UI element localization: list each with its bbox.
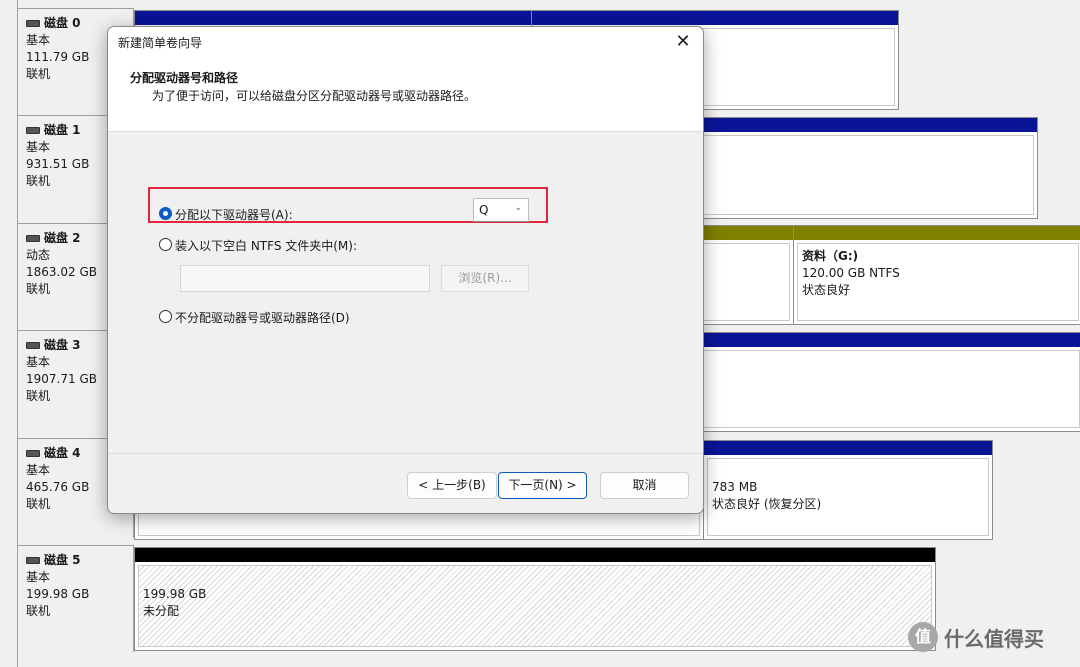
watermark-logo: 值 bbox=[908, 622, 938, 652]
partition-size: 120.00 GB NTFS bbox=[802, 266, 900, 280]
disk-name: 磁盘 2 bbox=[44, 231, 81, 245]
partition-bar bbox=[532, 11, 898, 25]
mount-folder-label[interactable]: 装入以下空白 NTFS 文件夹中(M): bbox=[175, 237, 357, 254]
partition-disk4-recovery[interactable]: 783 MB 状态良好 (恢复分区) bbox=[703, 440, 993, 540]
no-assign-radio[interactable] bbox=[159, 310, 172, 323]
disk-name: 磁盘 1 bbox=[44, 123, 81, 137]
no-assign-label[interactable]: 不分配驱动器号或驱动器路径(D) bbox=[175, 309, 350, 326]
dialog-title: 新建简单卷向导 bbox=[118, 36, 203, 50]
disk-icon bbox=[26, 20, 40, 27]
folder-path-input[interactable] bbox=[180, 265, 430, 292]
next-button[interactable]: 下一页(N) > bbox=[498, 472, 587, 499]
cancel-button[interactable]: 取消 bbox=[600, 472, 689, 499]
partition-size: 199.98 GB bbox=[143, 587, 207, 601]
dialog-titlebar[interactable]: 新建简单卷向导 ✕ bbox=[108, 27, 703, 57]
disk-name: 磁盘 4 bbox=[44, 446, 81, 460]
partition-title: 资料（G:) bbox=[802, 249, 859, 263]
disk-icon bbox=[26, 557, 40, 564]
disk-icon bbox=[26, 342, 40, 349]
watermark: 值 什么值得买 bbox=[908, 622, 1044, 652]
partition-bar bbox=[135, 548, 935, 562]
partition-disk2-data[interactable]: 资料（G:) 120.00 GB NTFS 状态良好 bbox=[793, 225, 1080, 325]
disk-icon bbox=[26, 235, 40, 242]
assign-letter-label[interactable]: 分配以下驱动器号(A): bbox=[175, 206, 293, 223]
wizard-footer: < 上一步(B) 下一页(N) > 取消 bbox=[108, 453, 703, 513]
disk-status: 联机 bbox=[26, 604, 51, 618]
back-button[interactable]: < 上一步(B) bbox=[407, 472, 497, 499]
disk-type: 基本 bbox=[26, 570, 51, 584]
partition-bar bbox=[794, 226, 1080, 240]
disk-name: 磁盘 0 bbox=[44, 16, 81, 30]
close-icon[interactable]: ✕ bbox=[671, 30, 695, 54]
partition-status: 未分配 bbox=[143, 604, 180, 618]
disk-icon bbox=[26, 127, 40, 134]
drive-letter-select[interactable]: Q ⌄ bbox=[473, 198, 529, 222]
chevron-down-icon: ⌄ bbox=[514, 203, 522, 213]
partition-bar bbox=[135, 11, 531, 25]
mount-folder-radio[interactable] bbox=[159, 238, 172, 251]
wizard-subheading: 为了便于访问，可以给磁盘分区分配驱动器号或驱动器路径。 bbox=[152, 89, 477, 103]
wizard-heading: 分配驱动器号和路径 bbox=[130, 71, 239, 85]
partition-disk5-unallocated[interactable]: 199.98 GB 未分配 bbox=[134, 547, 936, 651]
disk-label-5[interactable]: 磁盘 5 基本 199.98 GB 联机 bbox=[18, 545, 134, 652]
wizard-header: 分配驱动器号和路径 为了便于访问，可以给磁盘分区分配驱动器号或驱动器路径。 bbox=[108, 57, 703, 132]
assign-letter-radio[interactable] bbox=[159, 207, 172, 220]
wizard-body: 分配以下驱动器号(A): Q ⌄ 装入以下空白 NTFS 文件夹中(M): 浏览… bbox=[108, 131, 703, 453]
watermark-text: 什么值得买 bbox=[944, 626, 1044, 651]
disk-icon bbox=[26, 450, 40, 457]
partition-size: 783 MB bbox=[712, 480, 758, 494]
drive-letter-value: Q bbox=[479, 203, 489, 217]
partition-status: 状态良好 (恢复分区) bbox=[712, 497, 822, 511]
partition-status: 状态良好 bbox=[802, 283, 851, 297]
disk-name: 磁盘 5 bbox=[44, 553, 81, 567]
browse-button[interactable]: 浏览(R)... bbox=[441, 265, 529, 292]
new-simple-volume-wizard: 新建简单卷向导 ✕ 分配驱动器号和路径 为了便于访问，可以给磁盘分区分配驱动器号… bbox=[107, 26, 704, 514]
partition-bar bbox=[704, 441, 992, 455]
disk-size: 199.98 GB bbox=[26, 587, 90, 601]
disk-name: 磁盘 3 bbox=[44, 338, 81, 352]
